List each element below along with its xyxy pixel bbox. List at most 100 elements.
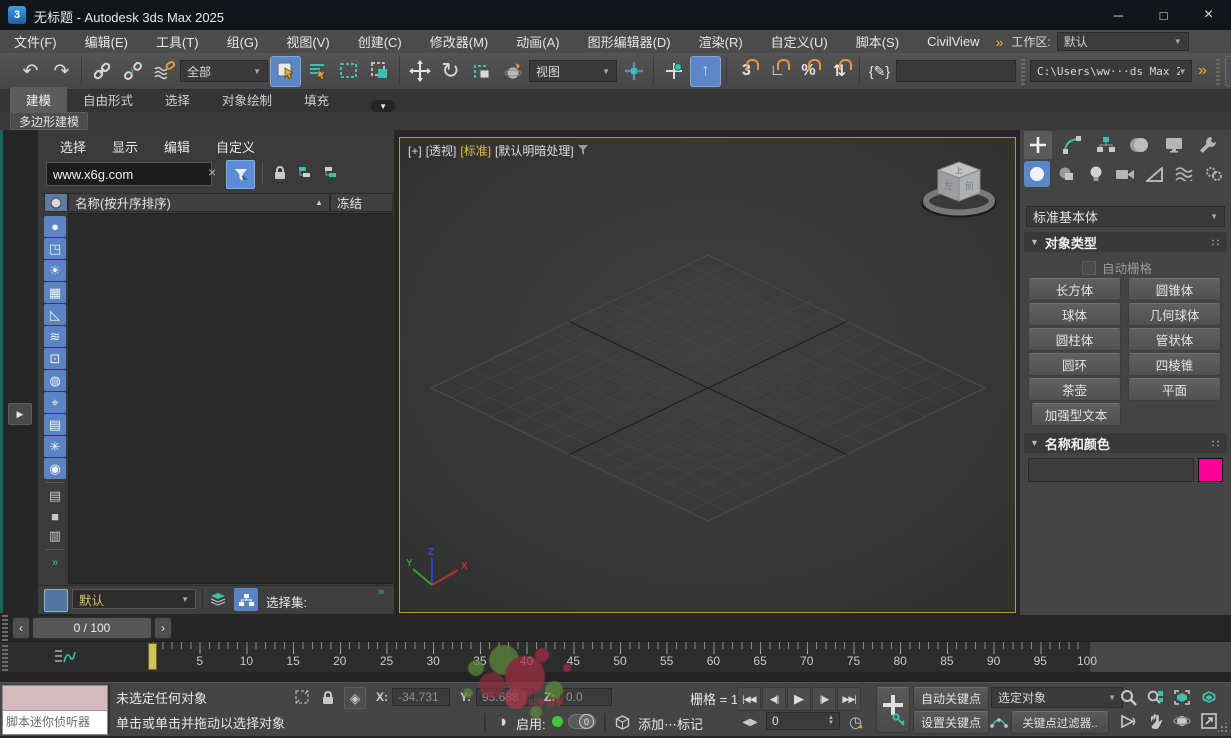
snaps-toggle[interactable]: 3 (732, 57, 761, 86)
create-tube-button[interactable]: 管状体 (1128, 328, 1221, 351)
spinner-down-icon[interactable]: ▼ (828, 720, 834, 726)
column-header-name[interactable]: 名称(按升序排序) ▲ (68, 193, 330, 212)
ribbon-tab-object-paint[interactable]: 对象绘制 (206, 87, 288, 112)
menu-file[interactable]: 文件(F) (0, 30, 71, 53)
undo-button[interactable]: ↶ (16, 57, 45, 86)
menu-graph-editors[interactable]: 图形编辑器(D) (574, 30, 685, 53)
explorer-menu-edit[interactable]: 编辑 (164, 137, 190, 156)
scene-object-list[interactable] (68, 213, 393, 584)
workspace-dropdown[interactable]: 默认 ▼ (1056, 32, 1189, 51)
search-filter-button[interactable] (226, 160, 255, 189)
window-resize-grip[interactable] (1218, 723, 1228, 733)
lock-icon[interactable] (270, 162, 290, 182)
menu-tools[interactable]: 工具(T) (142, 30, 213, 53)
viewcube[interactable]: 上 左 前 (917, 150, 1001, 227)
active-layer-dropdown[interactable]: 默认 ▼ (72, 589, 196, 609)
viewport-layout-tab-button[interactable]: ▶ (8, 403, 32, 425)
ribbon-tab-populate[interactable]: 填充 (288, 87, 345, 112)
category-systems[interactable] (1201, 161, 1227, 187)
zero-toggle-pill[interactable]: 0 (568, 714, 596, 729)
tab-motion[interactable] (1126, 131, 1154, 159)
explorer-menu-select[interactable]: 选择 (60, 137, 86, 156)
select-and-scale-button[interactable] (467, 57, 496, 86)
viewport-filter-icon[interactable] (577, 145, 589, 156)
unlink-selection-icon[interactable] (118, 57, 147, 86)
more-icons-chevrons[interactable]: » (44, 553, 66, 573)
display-geometry-icon[interactable]: ● (44, 216, 66, 237)
listener-macro-row[interactable] (3, 686, 107, 711)
layer-stack-icon[interactable] (208, 589, 228, 609)
toolbar-overflow-chevrons-icon[interactable]: » (1194, 62, 1211, 80)
next-frame-button[interactable]: › (154, 617, 172, 639)
select-and-move-button[interactable] (405, 57, 434, 86)
minimize-button[interactable]: ─ (1096, 0, 1141, 30)
menu-animation[interactable]: 动画(A) (502, 30, 573, 53)
display-spacewarps-icon[interactable]: ≋ (44, 326, 66, 347)
use-pivot-point-button[interactable] (619, 57, 648, 86)
ribbon-tab-modeling[interactable]: 建模 (10, 87, 68, 112)
ribbon-tab-freeform[interactable]: 自由形式 (67, 87, 149, 112)
column-header-type[interactable] (44, 193, 68, 212)
key-filters-curve-icon[interactable] (989, 711, 1009, 731)
named-selection-set-field[interactable] (896, 60, 1016, 82)
category-helpers[interactable] (1142, 161, 1168, 187)
object-name-field[interactable] (1028, 458, 1194, 482)
select-object-button[interactable] (270, 55, 301, 87)
category-shapes[interactable] (1053, 161, 1079, 187)
set-key-toggle[interactable]: 设置关键点 (913, 711, 989, 734)
autosave-button[interactable] (1224, 55, 1231, 87)
track-bar[interactable]: 0 5 10 15 20 25 30 35 40 45 50 55 60 65 … (0, 641, 1231, 682)
bind-to-space-warp-icon[interactable] (149, 57, 178, 86)
time-slider-frame-display[interactable]: 0 / 100 (32, 617, 152, 639)
explorer-menu-customize[interactable]: 自定义 (216, 137, 255, 156)
current-frame-field[interactable]: 0 ▲ ▼ (766, 712, 840, 730)
x-coordinate-field[interactable]: -34.731 (392, 688, 450, 706)
time-configuration-button[interactable]: ◷ ● (846, 712, 866, 732)
viewport-render-preset-menu[interactable]: [标准] (460, 142, 491, 159)
display-particles-icon[interactable]: ✳ (44, 436, 66, 457)
detail-view-icon[interactable]: ▥ (44, 526, 66, 546)
add-time-tag[interactable]: 添加⋯标记 (638, 714, 703, 733)
menu-views[interactable]: 视图(V) (272, 30, 343, 53)
isolate-selection-toggle[interactable] (292, 687, 312, 707)
menu-civilview[interactable]: CivilView (913, 30, 994, 53)
menu-rendering[interactable]: 渲染(R) (685, 30, 757, 53)
maximize-button[interactable]: □ (1141, 0, 1186, 30)
create-torus-button[interactable]: 圆环 (1028, 353, 1121, 376)
select-by-name-button[interactable] (303, 57, 332, 86)
selection-filter-dropdown[interactable]: 全部 ▼ (180, 60, 268, 82)
keyboard-shortcut-override-toggle[interactable]: ↑ (690, 55, 721, 87)
tab-display[interactable] (1160, 131, 1188, 159)
active-layer-swatch[interactable] (44, 589, 68, 612)
zoom-icon[interactable] (1118, 687, 1138, 707)
menu-modifiers[interactable]: 修改器(M) (416, 30, 503, 53)
spinner-snap-toggle[interactable]: ⇅ (825, 57, 854, 86)
pan-icon[interactable] (1145, 711, 1165, 731)
explorer-menu-display[interactable]: 显示 (112, 137, 138, 156)
create-cylinder-button[interactable]: 圆柱体 (1028, 328, 1121, 351)
display-cameras-icon[interactable]: ▦ (44, 282, 66, 303)
tab-modify[interactable] (1058, 131, 1086, 159)
menu-scripting[interactable]: 脚本(S) (842, 30, 913, 53)
zoom-extents-icon[interactable] (1172, 687, 1192, 707)
menu-edit[interactable]: 编辑(E) (71, 30, 142, 53)
z-coordinate-field[interactable]: 0.0 (560, 688, 612, 706)
perspective-viewport[interactable]: [+] [透视] [标准] [默认明暗处理] 上 左 前 Z X Y (399, 137, 1016, 613)
display-hidden-icon[interactable]: ◉ (44, 458, 66, 479)
select-and-place-button[interactable] (498, 57, 527, 86)
display-helpers-icon[interactable]: ◺ (44, 304, 66, 325)
collapse-tree-icon[interactable] (322, 162, 342, 182)
set-keys-button[interactable] (876, 687, 910, 733)
y-coordinate-field[interactable]: 95.688 (476, 688, 534, 706)
tab-create[interactable] (1024, 131, 1052, 159)
key-mode-toggle[interactable]: ◀▶ (740, 712, 760, 732)
create-box-button[interactable]: 长方体 (1028, 278, 1121, 301)
time-slider-grip[interactable] (2, 615, 8, 641)
selection-lock-toggle[interactable] (318, 687, 338, 707)
list-view-icon[interactable]: ▤ (44, 486, 66, 506)
absolute-offset-mode-toggle[interactable]: ◈ (344, 687, 366, 709)
rollout-grip-icon[interactable] (1211, 439, 1221, 447)
percent-snap-toggle[interactable]: % (794, 57, 823, 86)
footer-chevrons-icon[interactable]: » (378, 586, 384, 598)
rectangular-selection-region-button[interactable] (334, 57, 363, 86)
